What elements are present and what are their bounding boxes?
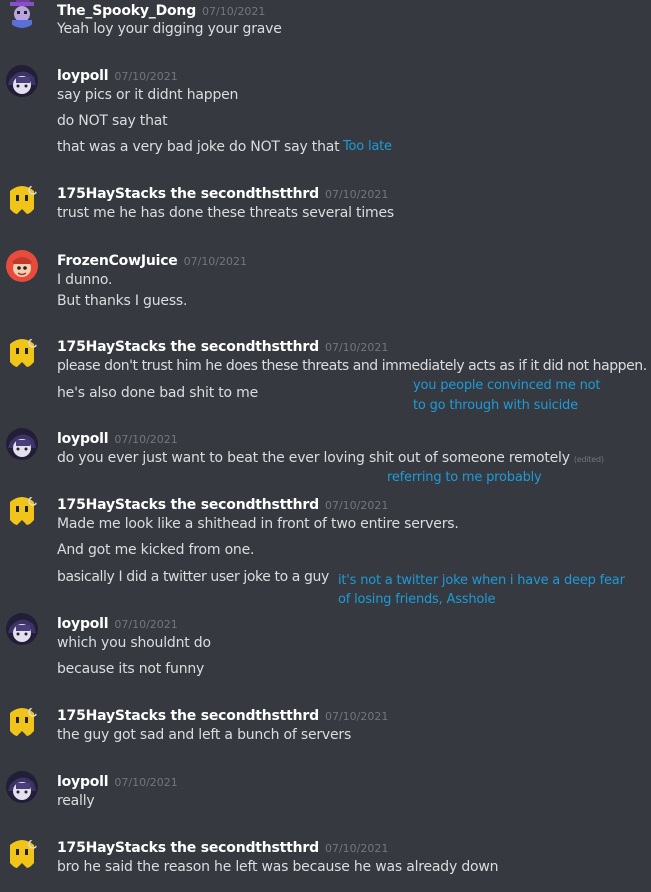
message-header: loypoll 07/10/2021 [57,613,178,632]
message-text: the guy got sad and left a bunch of serv… [57,727,352,743]
hay-avatar-icon [6,183,38,215]
username[interactable]: loypoll [57,774,109,790]
message-text: And got me kicked from one. [57,542,255,558]
timestamp: 07/10/2021 [114,618,178,631]
message-text: he's also done bad shit to me [57,385,259,401]
annotation-twitter-1: it's not a twitter joke when i have a de… [338,573,625,588]
timestamp: 07/10/2021 [324,499,389,512]
message-text: Yeah loy your digging your grave [57,21,282,37]
annotation-referring: referring to me probably [387,470,542,485]
avatar-hay[interactable] [6,336,38,368]
username[interactable]: loypoll [57,431,109,447]
message-header: loypoll 07/10/2021 [57,771,178,790]
username[interactable]: loypoll [57,616,109,632]
timestamp: 07/10/2021 [114,433,178,446]
message-text: please don't trust him he does these thr… [57,358,647,374]
message-text: I dunno. [57,272,113,288]
message-text: say pics or it didnt happen [57,87,239,103]
message-text: trust me he has done these threats sever… [57,205,394,221]
timestamp: 07/10/2021 [324,710,389,723]
message-text: which you shouldnt do [57,635,211,651]
username[interactable]: The_Spooky_Dong [57,3,196,19]
hay-avatar-icon [6,705,38,737]
avatar-hay[interactable] [6,705,38,737]
annotation-convinced-2: to go through with suicide [413,398,578,413]
message-header: 175HayStacks the secondthstthrd 07/10/202… [57,837,388,856]
username[interactable]: 175HayStacks the secondthstthrd [57,186,319,202]
annotation-twitter-2: of losing friends, Asshole [338,592,496,607]
message-text: really [57,793,95,809]
username[interactable]: loypoll [57,68,109,84]
message-text: that was a very bad joke do NOT say that [57,139,340,155]
avatar-hay[interactable] [6,183,38,215]
message-header: The_Spooky_Dong 07/10/2021 [57,0,265,19]
message-text: Made me look like a shithead in front of… [57,516,459,532]
timestamp: 07/10/2021 [324,341,389,354]
username[interactable]: 175HayStacks the secondthstthrd [57,840,319,856]
timestamp: 07/10/2021 [114,776,178,789]
avatar-loypoll[interactable] [6,613,38,645]
avatar-loypoll[interactable] [6,65,38,97]
message-text: basically I did a twitter user joke to a… [57,569,329,585]
avatar-hay[interactable] [6,837,38,869]
timestamp: 07/10/2021 [183,255,248,268]
loypoll-avatar-icon [6,771,38,803]
message-header: 175HayStacks the secondthstthrd 07/10/202… [57,494,388,513]
timestamp: 07/10/2021 [114,70,178,83]
message-header: 175HayStacks the secondthstthrd 07/10/202… [57,183,388,202]
timestamp: 07/10/2021 [324,188,389,201]
message-text: do NOT say that [57,113,168,129]
spooky-avatar-icon [10,0,34,28]
message-header: 175HayStacks the secondthstthrd 07/10/202… [57,705,388,724]
frozen-avatar-icon [6,250,38,282]
timestamp: 07/10/2021 [202,5,266,18]
message-header: loypoll 07/10/2021 [57,428,178,447]
message-header: 175HayStacks the secondthstthrd 07/10/202… [57,336,388,355]
avatar-loypoll[interactable] [6,428,38,460]
avatar-hay[interactable] [6,494,38,526]
username[interactable]: FrozenCowJuice [57,253,178,269]
annotation-convinced-1: you people convinced me not [413,378,601,393]
loypoll-avatar-icon [6,613,38,645]
message-text-content: do you ever just want to beat the ever l… [57,450,570,466]
annotation-too-late: Too late [343,139,392,154]
hay-avatar-icon [6,837,38,869]
username[interactable]: 175HayStacks the secondthstthrd [57,708,319,724]
username[interactable]: 175HayStacks the secondthstthrd [57,339,319,355]
loypoll-avatar-icon [6,65,38,97]
message-text: bro he said the reason he left was becau… [57,859,499,875]
message-text: But thanks I guess. [57,293,188,309]
edited-label: (edited) [573,455,604,464]
message-header: FrozenCowJuice 07/10/2021 [57,250,247,269]
hay-avatar-icon [6,336,38,368]
timestamp: 07/10/2021 [324,842,389,855]
message-text: because its not funny [57,661,205,677]
avatar-loypoll[interactable] [6,771,38,803]
message-text: do you ever just want to beat the ever l… [57,450,604,466]
loypoll-avatar-icon [6,428,38,460]
username[interactable]: 175HayStacks the secondthstthrd [57,497,319,513]
message-header: loypoll 07/10/2021 [57,65,178,84]
avatar-frozen[interactable] [6,250,38,282]
avatar-spooky[interactable] [6,0,38,28]
hay-avatar-icon [6,494,38,526]
